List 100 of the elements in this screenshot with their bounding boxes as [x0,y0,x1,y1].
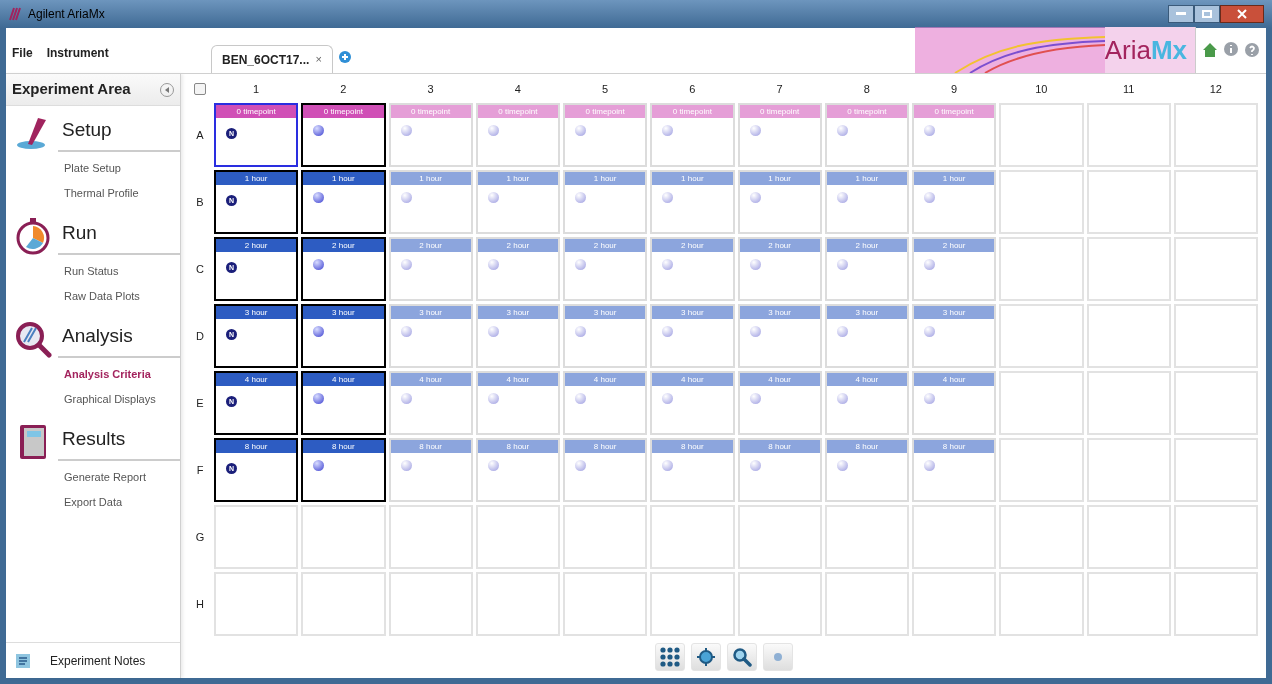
target-icon [695,647,716,667]
home-icon[interactable] [1202,42,1218,58]
well-label: 3 hour [303,306,384,319]
empty-well[interactable] [824,505,909,569]
search-icon [731,647,752,667]
column-header[interactable]: 4 [475,80,560,98]
empty-well[interactable] [563,505,648,569]
empty-well[interactable] [1086,103,1171,167]
empty-well[interactable] [999,438,1084,502]
sidebar-item[interactable]: Run Status [64,263,180,280]
column-header[interactable]: 7 [737,80,822,98]
row-header[interactable]: D [189,327,211,345]
empty-well[interactable] [650,505,735,569]
empty-well[interactable] [1173,237,1258,301]
close-icon [1237,9,1247,19]
empty-well[interactable] [999,572,1084,636]
empty-well[interactable] [1173,304,1258,368]
plate-well[interactable]: 8 hour [301,438,386,502]
empty-well[interactable] [388,505,473,569]
empty-well[interactable] [999,170,1084,234]
empty-well[interactable] [999,237,1084,301]
empty-well[interactable] [912,505,997,569]
close-button[interactable] [1220,5,1264,23]
empty-well[interactable] [912,572,997,636]
empty-well[interactable] [1086,237,1171,301]
empty-well[interactable] [999,371,1084,435]
column-header[interactable]: 9 [912,80,997,98]
empty-well[interactable] [1173,505,1258,569]
empty-well[interactable] [563,572,648,636]
empty-well[interactable] [737,572,822,636]
sidebar-item[interactable]: Export Data [64,493,180,510]
empty-well[interactable] [824,572,909,636]
toolbar-button[interactable] [690,643,721,671]
row-header[interactable]: F [189,461,211,479]
select-all-checkbox[interactable] [194,83,206,95]
add-tab-icon[interactable] [338,51,351,63]
toolbar-button[interactable] [654,643,685,671]
row-header[interactable]: E [189,394,211,412]
column-header[interactable]: 6 [650,80,735,98]
plate-well[interactable]: 1 hour [301,170,386,234]
row-header[interactable]: B [189,193,211,211]
well-label: 0 timepoint [390,105,471,118]
empty-well[interactable] [1173,371,1258,435]
empty-well[interactable] [301,505,386,569]
empty-well[interactable] [999,505,1084,569]
document-tab[interactable]: BEN_6OCT17... × [211,45,333,73]
maximize-button[interactable] [1194,5,1220,23]
empty-well[interactable] [737,505,822,569]
row-header[interactable]: H [189,595,211,613]
well-label: 8 hour [390,440,471,453]
column-header[interactable]: 3 [388,80,473,98]
column-header[interactable]: 8 [824,80,909,98]
empty-well[interactable] [650,572,735,636]
empty-well[interactable] [999,304,1084,368]
column-header[interactable]: 2 [301,80,386,98]
info-icon[interactable] [1223,42,1239,58]
column-header[interactable]: 12 [1173,80,1258,98]
plate-well[interactable]: 2 hour [301,237,386,301]
row-header[interactable]: C [189,260,211,278]
plate-well[interactable]: 0 timepoint [301,103,386,167]
empty-well[interactable] [301,572,386,636]
column-header[interactable]: 10 [999,80,1084,98]
menu-item[interactable]: Instrument [46,44,109,62]
empty-well[interactable] [1086,304,1171,368]
sidebar-item[interactable]: Analysis Criteria [64,366,180,383]
empty-well[interactable] [1173,103,1258,167]
empty-well[interactable] [999,103,1084,167]
help-icon[interactable] [1244,42,1260,58]
toolbar-button[interactable] [726,643,757,671]
empty-well[interactable] [1173,572,1258,636]
row-header[interactable]: G [189,528,211,546]
column-header[interactable]: 1 [214,80,299,98]
empty-well[interactable] [1086,572,1171,636]
plate-well[interactable]: 3 hour [301,304,386,368]
empty-well[interactable] [388,572,473,636]
empty-well[interactable] [1086,505,1171,569]
empty-well[interactable] [1086,170,1171,234]
row-header[interactable]: A [189,126,211,144]
sidebar-item[interactable]: Graphical Displays [64,390,180,407]
empty-well[interactable] [1086,438,1171,502]
section-title: Setup [58,115,180,152]
empty-well[interactable] [214,505,299,569]
empty-well[interactable] [475,505,560,569]
plate-well[interactable]: 4 hour [301,371,386,435]
empty-well[interactable] [1173,438,1258,502]
tab-close-button[interactable]: × [315,51,322,68]
column-header[interactable]: 5 [563,80,648,98]
sidebar-item[interactable]: Generate Report [64,469,180,486]
empty-well[interactable] [214,572,299,636]
column-header[interactable]: 11 [1086,80,1171,98]
well-label: 4 hour [303,373,384,386]
sidebar-item[interactable]: Plate Setup [64,160,180,177]
sidebar-item[interactable]: Thermal Profile [64,184,180,201]
empty-well[interactable] [475,572,560,636]
menu-item[interactable]: File [12,44,33,62]
empty-well[interactable] [1086,371,1171,435]
empty-well[interactable] [1173,170,1258,234]
sidebar-item[interactable]: Raw Data Plots [64,287,180,304]
experiment-notes-button[interactable]: Experiment Notes [50,651,146,670]
minimize-button[interactable] [1168,5,1194,23]
